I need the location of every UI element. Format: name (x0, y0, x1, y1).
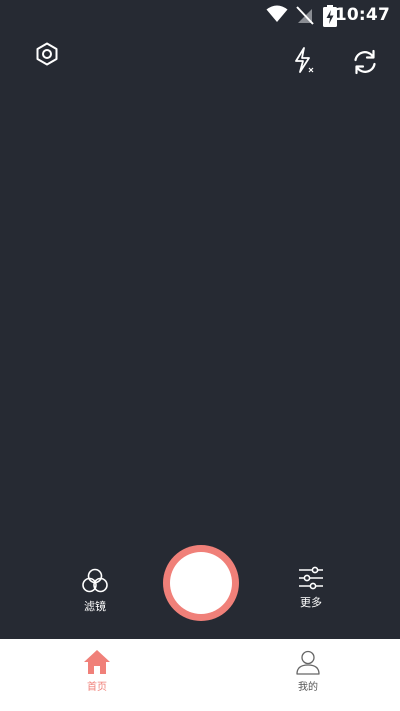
filter-button[interactable]: 滤镜 (65, 568, 125, 614)
shutter-button[interactable] (163, 545, 239, 621)
adjustments-icon (299, 566, 323, 590)
switch-camera-icon[interactable] (351, 48, 379, 76)
camera-screen: 10:47 滤镜 更多 首页 我的 (0, 0, 400, 711)
more-label: 更多 (300, 596, 322, 609)
wifi-icon (266, 5, 288, 22)
filter-label: 滤镜 (84, 600, 106, 613)
settings-icon[interactable] (33, 40, 61, 68)
tab-mine-label: 我的 (298, 682, 318, 693)
user-icon (296, 650, 320, 675)
tab-mine[interactable]: 我的 (278, 649, 338, 693)
home-icon (84, 650, 110, 674)
more-button[interactable]: 更多 (281, 566, 341, 610)
bottom-tab-bar: 首页 我的 (0, 639, 400, 711)
tab-home-label: 首页 (87, 682, 107, 693)
tab-home[interactable]: 首页 (67, 649, 127, 693)
no-signal-icon (296, 6, 314, 25)
shutter-inner (170, 552, 232, 614)
filter-icon (82, 568, 108, 593)
status-bar: 10:47 (0, 0, 400, 32)
status-time: 10:47 (334, 5, 390, 25)
flash-off-icon[interactable] (290, 47, 318, 75)
